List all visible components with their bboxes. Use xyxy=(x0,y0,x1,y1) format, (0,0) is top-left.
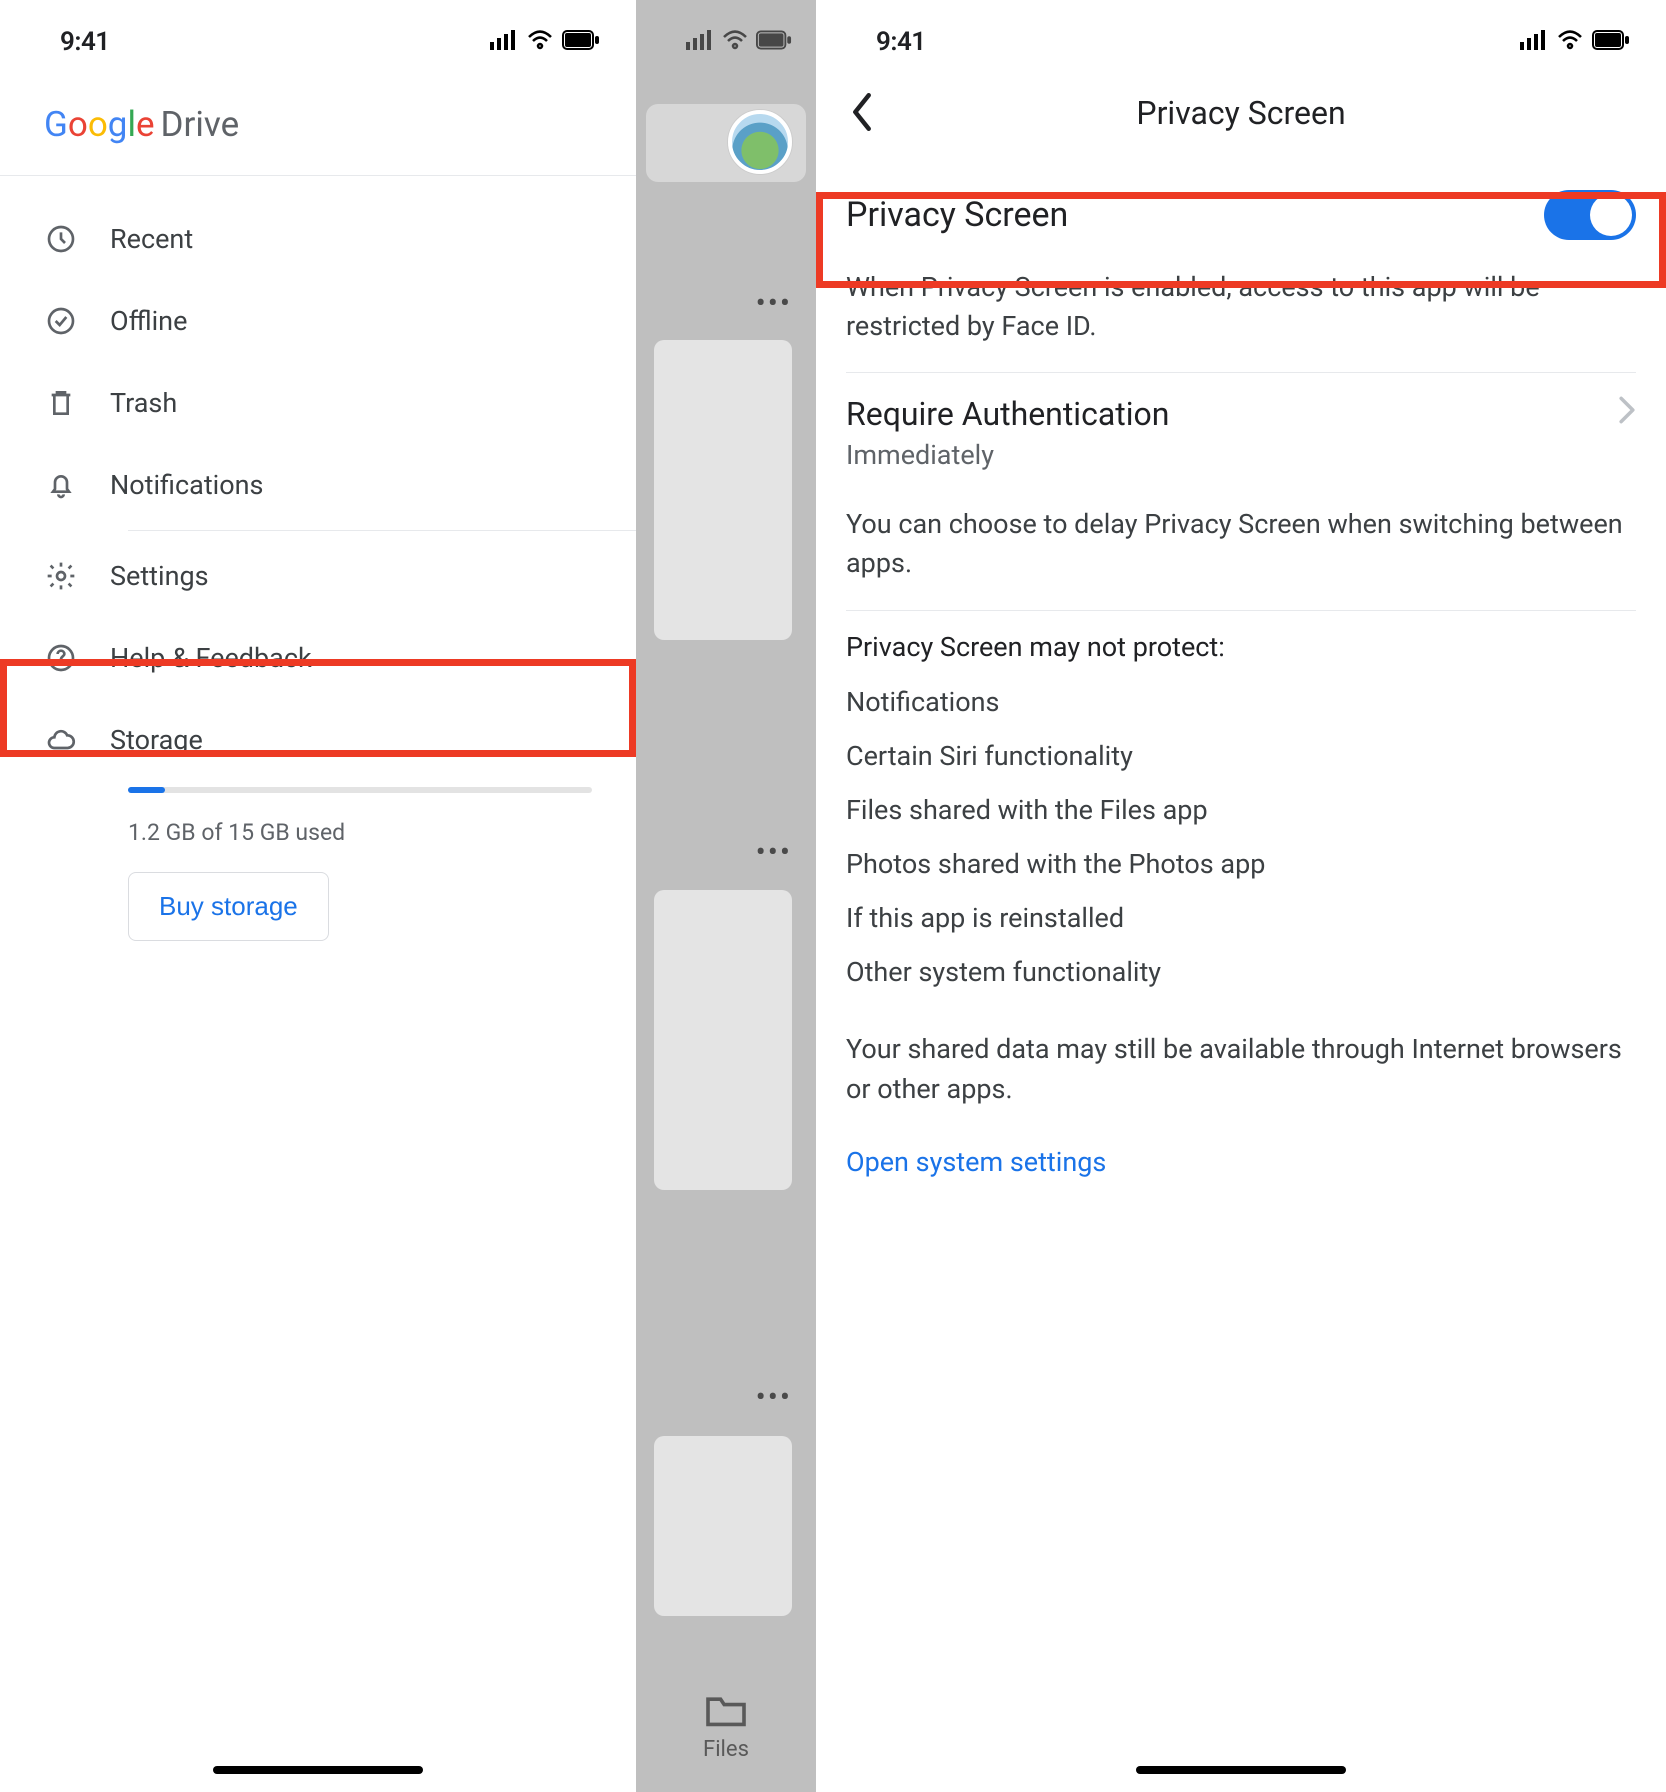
require-auth-value: Immediately xyxy=(816,437,1666,493)
sidebar-item-label: Settings xyxy=(110,560,209,592)
more-icon[interactable]: ••• xyxy=(756,1380,792,1415)
privacy-toggle[interactable] xyxy=(1544,190,1636,240)
file-thumb[interactable] xyxy=(654,340,792,640)
status-icons xyxy=(686,30,792,50)
not-protect-header: Privacy Screen may not protect: xyxy=(816,611,1666,663)
trash-icon xyxy=(44,386,78,420)
not-protect-list: Notifications Certain Siri functionality… xyxy=(816,663,1666,1011)
cellular-icon xyxy=(1520,28,1548,56)
status-time: 9:41 xyxy=(876,27,926,57)
require-auth-label: Require Authentication xyxy=(846,395,1169,433)
chevron-left-icon xyxy=(849,93,875,131)
sidebar-item-label: Help & Feedback xyxy=(110,642,312,674)
wifi-icon xyxy=(1556,28,1584,56)
buy-storage-button[interactable]: Buy storage xyxy=(128,872,329,941)
tab-files[interactable]: Files xyxy=(636,1692,816,1762)
sidebar-item-storage[interactable]: Storage xyxy=(0,699,636,763)
avatar[interactable] xyxy=(728,110,792,174)
status-time: 9:41 xyxy=(60,27,110,57)
home-indicator xyxy=(213,1766,423,1774)
drive-drawer-pane: 9:41 GoogleDrive Recent xyxy=(0,0,636,1792)
require-auth-row[interactable]: Require Authentication xyxy=(816,373,1666,437)
list-item: Photos shared with the Photos app xyxy=(846,837,1636,891)
storage-used-text: 1.2 GB of 15 GB used xyxy=(128,819,592,846)
sidebar-item-notifications[interactable]: Notifications xyxy=(0,444,636,526)
status-icons xyxy=(490,28,600,56)
tab-label: Files xyxy=(703,1737,749,1762)
list-item: Certain Siri functionality xyxy=(846,729,1636,783)
more-icon[interactable]: ••• xyxy=(756,286,792,321)
privacy-toggle-label: Privacy Screen xyxy=(846,195,1068,235)
privacy-toggle-row: Privacy Screen xyxy=(816,162,1666,268)
battery-icon xyxy=(1592,28,1630,56)
gear-icon xyxy=(44,559,78,593)
sidebar-item-help[interactable]: Help & Feedback xyxy=(0,617,636,699)
status-icons xyxy=(1520,28,1630,56)
status-bar: 9:41 xyxy=(816,0,1666,70)
sidebar-item-label: Recent xyxy=(110,223,193,255)
home-indicator xyxy=(1136,1766,1346,1774)
storage-progress xyxy=(128,787,592,793)
sidebar-item-trash[interactable]: Trash xyxy=(0,362,636,444)
back-button[interactable] xyxy=(840,90,884,134)
drive-header: GoogleDrive xyxy=(0,70,636,176)
wifi-icon xyxy=(526,28,554,56)
battery-icon xyxy=(562,28,600,56)
sidebar-item-label: Offline xyxy=(110,305,187,337)
list-item: Notifications xyxy=(846,675,1636,729)
clock-icon xyxy=(44,222,78,256)
more-icon[interactable]: ••• xyxy=(756,835,792,870)
sidebar-item-settings[interactable]: Settings xyxy=(0,535,636,617)
require-auth-description: You can choose to delay Privacy Screen w… xyxy=(816,493,1666,609)
divider xyxy=(128,530,636,531)
file-thumb[interactable] xyxy=(654,890,792,1190)
shared-data-paragraph: Your shared data may still be available … xyxy=(816,1011,1666,1128)
open-system-settings-link[interactable]: Open system settings xyxy=(816,1128,1666,1196)
bell-icon xyxy=(44,468,78,502)
page-title: Privacy Screen xyxy=(1136,94,1345,132)
file-thumb[interactable] xyxy=(654,1436,792,1616)
privacy-screen-pane: 9:41 Privacy Screen Privacy Screen When … xyxy=(816,0,1666,1792)
storage-progress-fill xyxy=(128,787,165,793)
sidebar: Recent Offline Trash Notifications Sett xyxy=(0,176,636,963)
sidebar-item-label: Storage xyxy=(110,724,203,756)
help-icon xyxy=(44,641,78,675)
list-item: Other system functionality xyxy=(846,945,1636,999)
google-drive-logo: GoogleDrive xyxy=(44,104,596,145)
cellular-icon xyxy=(490,28,518,56)
status-bar: 9:41 xyxy=(0,0,636,70)
sidebar-item-offline[interactable]: Offline xyxy=(0,280,636,362)
sidebar-item-label: Trash xyxy=(110,387,177,419)
list-item: Files shared with the Files app xyxy=(846,783,1636,837)
chevron-right-icon xyxy=(1618,396,1636,432)
toggle-knob xyxy=(1590,194,1632,236)
storage-block: 1.2 GB of 15 GB used Buy storage xyxy=(0,763,636,941)
cloud-icon xyxy=(44,723,78,757)
privacy-toggle-description: When Privacy Screen is enabled, access t… xyxy=(816,268,1666,372)
offline-icon xyxy=(44,304,78,338)
list-item: If this app is reinstalled xyxy=(846,891,1636,945)
folder-icon xyxy=(704,1692,748,1728)
drive-background-slice: ••• ••• ••• Files xyxy=(636,0,816,1792)
nav-bar: Privacy Screen xyxy=(816,70,1666,162)
sidebar-item-recent[interactable]: Recent xyxy=(0,198,636,280)
sidebar-item-label: Notifications xyxy=(110,469,263,501)
